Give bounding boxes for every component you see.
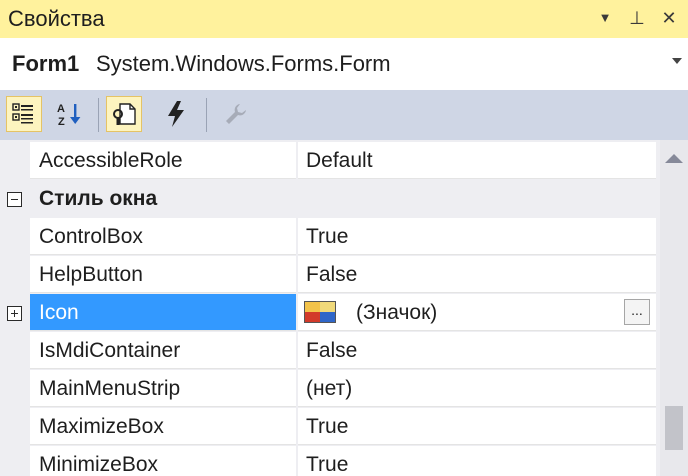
property-value: (Значок) [356,301,438,324]
toolbar-separator [206,98,207,132]
panel-title: Свойства [8,6,105,31]
property-value[interactable]: True [298,218,656,255]
property-name: HelpButton [30,256,296,293]
property-value-icon[interactable]: (Значок) ... [298,294,656,331]
property-row-mainmenustrip[interactable]: MainMenuStrip (нет) [0,370,660,408]
property-name: Icon [30,294,296,331]
category-label: Стиль окна [39,187,158,210]
property-name: ControlBox [30,218,296,255]
properties-icon [113,103,136,125]
categorized-icon [12,103,33,124]
property-row-accessiblerole[interactable]: AccessibleRole Default [0,142,660,180]
property-row-ismdicontainer[interactable]: IsMdiContainer False [0,332,660,370]
property-grid: AccessibleRole Default Стиль окна Contro… [0,140,660,476]
alphabetical-button[interactable]: A Z [52,96,88,132]
property-value[interactable]: (нет) [298,370,656,407]
scroll-thumb[interactable] [665,406,683,450]
property-name: MaximizeBox [30,408,296,445]
category-row-window-style[interactable]: Стиль окна [0,180,660,218]
property-name: MinimizeBox [30,446,296,476]
toolbar-separator [98,98,99,132]
property-pages-wrench-icon [226,104,246,124]
property-pages-button[interactable] [218,96,254,132]
property-name: AccessibleRole [30,142,296,179]
expand-icon[interactable] [7,306,22,321]
window-position-dropdown-icon[interactable]: ▼ [592,4,618,32]
property-row-helpbutton[interactable]: HelpButton False [0,256,660,294]
property-value[interactable]: True [298,408,656,445]
properties-toolbar: A Z [0,90,688,140]
alphabetical-sort-icon: A Z [57,103,81,127]
svg-text:A: A [57,103,65,115]
object-type: System.Windows.Forms.Form [96,51,391,76]
property-row-icon[interactable]: Icon (Значок) ... [0,294,660,332]
icon-preview-icon [304,301,336,323]
property-row-maximizebox[interactable]: MaximizeBox True [0,408,660,446]
properties-button[interactable] [106,96,142,132]
scroll-up-icon[interactable] [665,154,683,163]
panel-title-bar: Свойства ▼ ⊥ ✕ [0,0,688,38]
browse-ellipsis-button[interactable]: ... [624,299,650,325]
property-value[interactable]: False [298,256,656,293]
object-selector[interactable]: Form1 System.Windows.Forms.Form [0,38,688,90]
chevron-down-icon[interactable] [672,58,682,64]
events-lightning-icon [168,101,184,127]
property-row-minimizebox[interactable]: MinimizeBox True [0,446,660,476]
property-value[interactable]: False [298,332,656,369]
property-name: IsMdiContainer [30,332,296,369]
property-value[interactable]: Default [298,142,656,179]
categorized-button[interactable] [6,96,42,132]
object-name: Form1 [12,51,80,76]
vertical-scrollbar[interactable] [660,140,688,476]
svg-text:Z: Z [58,116,65,127]
close-icon[interactable]: ✕ [656,4,682,32]
pin-icon[interactable]: ⊥ [624,4,650,32]
property-name: MainMenuStrip [30,370,296,407]
property-value[interactable]: True [298,446,656,476]
property-row-controlbox[interactable]: ControlBox True [0,218,660,256]
collapse-icon[interactable] [7,192,22,207]
events-button[interactable] [158,96,194,132]
